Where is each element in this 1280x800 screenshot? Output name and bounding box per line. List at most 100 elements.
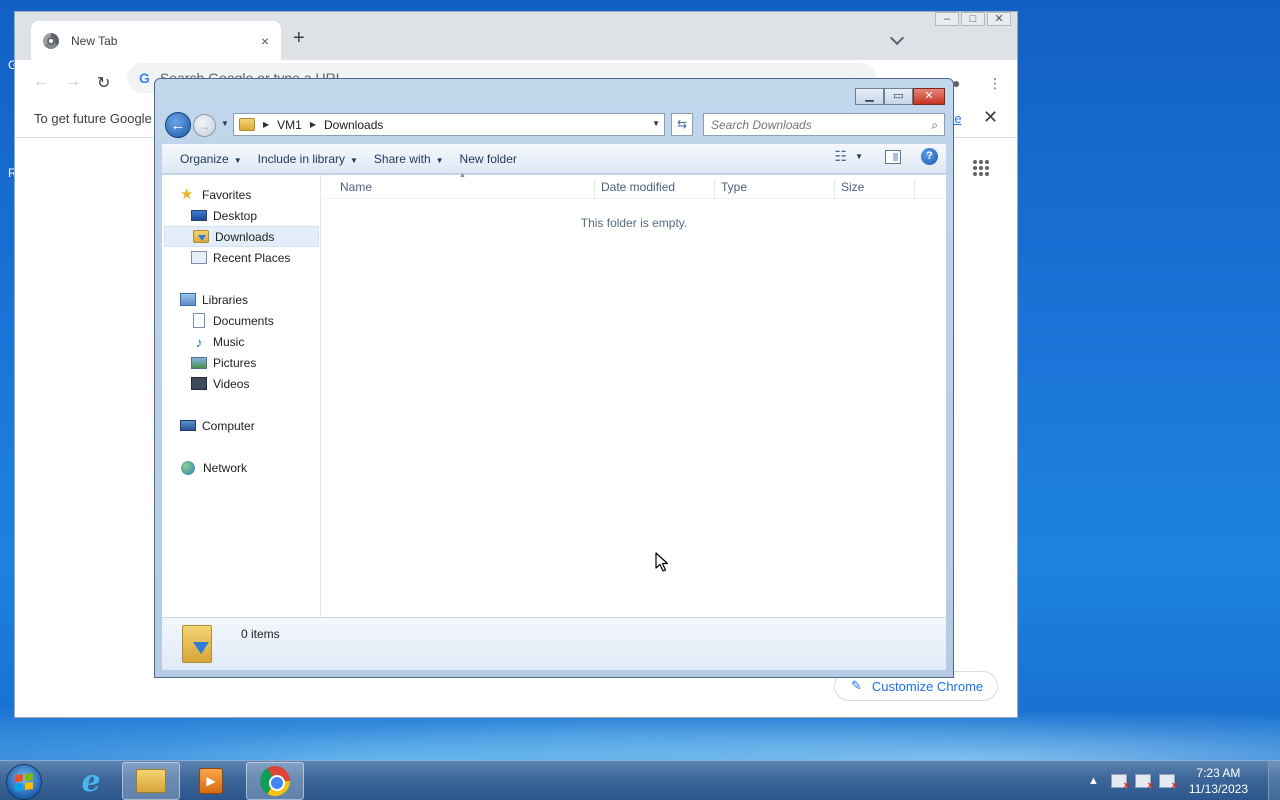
chrome-menu-icon[interactable]: ⋮ — [988, 75, 1002, 92]
nav-libraries[interactable]: Libraries — [180, 289, 248, 310]
preview-pane-icon[interactable] — [885, 149, 901, 164]
recent-pages-dropdown-icon[interactable]: ▼ — [221, 119, 229, 128]
chevron-down-icon: ▼ — [350, 155, 358, 165]
change-view-icon[interactable]: ☷ — [835, 148, 848, 165]
forward-button[interactable]: → — [65, 73, 81, 91]
clock[interactable]: 7:23 AM 11/13/2023 — [1189, 765, 1248, 797]
view-options-dropdown-icon[interactable]: ▼ — [855, 152, 863, 161]
nav-label: Network — [203, 460, 248, 475]
refresh-icon[interactable]: ⇆ — [671, 113, 693, 136]
help-icon[interactable]: ? — [921, 148, 938, 165]
empty-folder-message: This folder is empty. — [580, 216, 688, 230]
nav-pictures[interactable]: Pictures — [191, 352, 256, 373]
breadcrumb-downloads[interactable]: Downloads — [324, 118, 383, 132]
minimize-button[interactable]: – — [935, 12, 959, 26]
start-button[interactable] — [6, 764, 42, 800]
address-bar[interactable]: ▶ VM1 ▶ Downloads ▼ — [233, 113, 665, 136]
tab-title: New Tab — [71, 33, 118, 48]
maximize-button[interactable]: □ — [961, 12, 985, 26]
infobar-text: To get future Google — [34, 111, 152, 126]
new-tab-button[interactable]: + — [293, 28, 305, 48]
chrome-tab-new-tab[interactable]: New Tab × — [31, 21, 281, 60]
nav-label: Videos — [213, 376, 250, 391]
show-desktop-button[interactable] — [1268, 761, 1280, 800]
videos-icon — [191, 377, 207, 390]
file-list-pane[interactable]: ▲ Name Date modified Type Size This fold… — [322, 172, 946, 617]
chevron-down-icon: ▼ — [233, 155, 242, 165]
new-folder-button[interactable]: New folder — [460, 152, 517, 166]
taskbar: e ▶ ▲ 7:23 AM 11/13/2023 — [0, 760, 1280, 800]
share-with-menu[interactable]: Share with ▼ — [374, 152, 444, 166]
reload-button[interactable]: ↻ — [97, 73, 110, 93]
nav-label: Favorites — [202, 187, 252, 202]
nav-recent-places[interactable]: Recent Places — [191, 247, 290, 268]
nav-favorites[interactable]: ★ Favorites — [180, 184, 251, 205]
explorer-body: ★ Favorites Desktop Downloads Recent Pla… — [162, 172, 946, 617]
search-box[interactable]: ⌕ — [703, 113, 945, 136]
chrome-window-controls: – □ ✕ — [935, 12, 1011, 26]
network-icon — [181, 460, 195, 475]
media-player-icon: ▶ — [199, 768, 223, 794]
close-button[interactable]: ✕ — [987, 12, 1011, 26]
explorer-window: ▁ ▭ ✕ ← → ▼ ▶ VM1 ▶ Downloads ▼ ⇆ ⌕ Orga… — [154, 78, 954, 678]
google-g-icon: G — [139, 70, 150, 86]
chrome-titlebar: New Tab × + – □ ✕ — [15, 12, 1017, 60]
back-button[interactable]: ← — [33, 73, 49, 91]
maximize-button[interactable]: ▭ — [884, 88, 913, 105]
taskbar-internet-explorer[interactable]: e — [62, 762, 120, 800]
computer-icon — [180, 420, 196, 431]
breadcrumb-separator-icon[interactable]: ▶ — [310, 120, 316, 129]
nav-desktop[interactable]: Desktop — [191, 205, 257, 226]
clock-time: 7:23 AM — [1196, 766, 1241, 780]
music-note-icon: ♪ — [195, 333, 203, 350]
nav-network[interactable]: Network — [181, 457, 247, 478]
pictures-icon — [191, 356, 207, 369]
tab-search-chevron-icon[interactable] — [889, 30, 905, 46]
google-apps-icon[interactable] — [973, 160, 989, 176]
nav-music[interactable]: ♪ Music — [191, 331, 245, 352]
nav-label: Documents — [213, 313, 274, 328]
breadcrumb-vm1[interactable]: VM1 — [277, 118, 302, 132]
navigation-pane: ★ Favorites Desktop Downloads Recent Pla… — [162, 175, 321, 617]
action-center-flag-icon[interactable] — [1110, 774, 1130, 792]
column-header-name[interactable]: Name — [334, 180, 595, 198]
explorer-address-row: ← → ▼ ▶ VM1 ▶ Downloads ▼ ⇆ ⌕ — [163, 111, 945, 139]
nav-label: Recent Places — [213, 250, 291, 265]
desktop-icon — [191, 210, 207, 221]
search-icon[interactable]: ⌕ — [931, 118, 938, 133]
column-header-date-modified[interactable]: Date modified — [595, 180, 715, 198]
item-count: 0 items — [241, 627, 280, 641]
nav-videos[interactable]: Videos — [191, 373, 249, 394]
nav-computer[interactable]: Computer — [180, 415, 255, 436]
nav-downloads[interactable]: Downloads — [164, 226, 319, 247]
volume-muted-icon[interactable] — [1158, 774, 1178, 792]
taskbar-media-player[interactable]: ▶ — [182, 762, 240, 800]
include-in-library-menu[interactable]: Include in library ▼ — [258, 152, 358, 166]
clock-date: 11/13/2023 — [1188, 782, 1248, 796]
chrome-favicon-icon — [43, 32, 59, 49]
sort-ascending-icon: ▲ — [459, 172, 466, 179]
minimize-button[interactable]: ▁ — [855, 88, 884, 105]
infobar-close-icon[interactable]: ✕ — [983, 107, 998, 128]
column-header-size[interactable]: Size — [835, 180, 915, 198]
column-header-type[interactable]: Type — [715, 180, 835, 198]
nav-documents[interactable]: Documents — [193, 310, 274, 331]
close-button[interactable]: ✕ — [913, 88, 945, 105]
organize-menu[interactable]: Organize ▼ — [180, 152, 242, 166]
back-arrow-icon[interactable]: ← — [165, 112, 191, 138]
star-icon: ★ — [180, 185, 194, 203]
recent-places-icon — [191, 251, 207, 264]
command-bar-right: ☷ ▼ ? — [835, 148, 938, 165]
address-history-dropdown-icon[interactable]: ▼ — [652, 119, 660, 128]
network-status-icon[interactable] — [1134, 774, 1154, 792]
breadcrumb-separator-icon[interactable]: ▶ — [263, 120, 269, 129]
search-input[interactable] — [711, 117, 911, 132]
show-hidden-icons-button[interactable]: ▲ — [1088, 775, 1099, 787]
taskbar-google-chrome[interactable] — [246, 762, 304, 800]
system-tray: ▲ 7:23 AM 11/13/2023 — [1088, 761, 1280, 800]
chevron-down-icon: ▼ — [435, 155, 444, 165]
tab-close-icon[interactable]: × — [261, 33, 269, 49]
forward-arrow-icon[interactable]: → — [193, 114, 216, 137]
taskbar-windows-explorer[interactable] — [122, 762, 180, 800]
downloads-folder-icon — [193, 230, 209, 243]
